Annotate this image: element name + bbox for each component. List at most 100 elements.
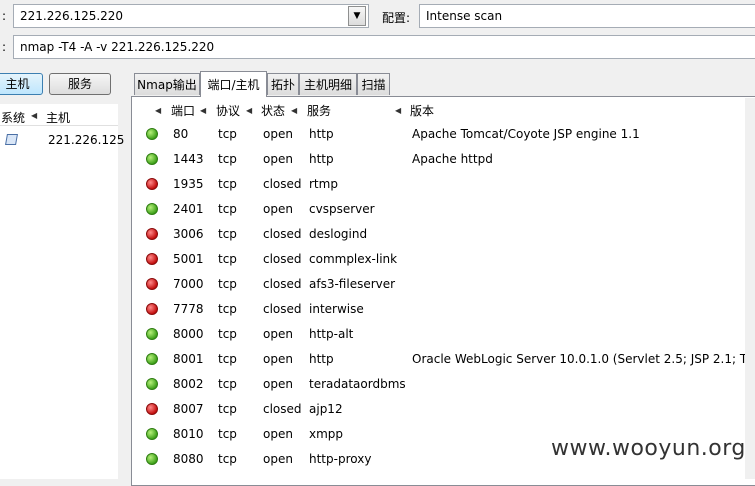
cell-state: open: [263, 202, 293, 216]
cell-port: 2401: [173, 202, 204, 216]
host-address: 221.226.125: [48, 133, 125, 147]
target-label: :: [2, 9, 7, 23]
table-row[interactable]: 7000 tcp closed afs3-fileserver: [141, 272, 755, 297]
tab-ports-hosts[interactable]: 端口/主机: [200, 71, 267, 97]
cell-port: 8080: [173, 452, 204, 466]
status-closed-icon: [146, 253, 158, 265]
host-row[interactable]: 221.226.125: [0, 129, 124, 151]
cell-service: cvspserver: [309, 202, 375, 216]
target-input[interactable]: 221.226.125.220: [13, 4, 369, 28]
cell-state: open: [263, 152, 293, 166]
target-dropdown-button[interactable]: ▼: [348, 6, 366, 26]
status-closed-icon: [146, 303, 158, 315]
host-list-header: 系统 ◀ 主机: [0, 107, 118, 126]
cell-port: 8007: [173, 402, 204, 416]
cell-proto: tcp: [218, 327, 237, 341]
os-icon: [5, 134, 18, 145]
cell-state: closed: [263, 402, 302, 416]
status-open-icon: [146, 128, 158, 140]
cell-proto: tcp: [218, 127, 237, 141]
table-row[interactable]: 5001 tcp closed commplex-link: [141, 247, 755, 272]
cell-state: open: [263, 127, 293, 141]
cell-version: Oracle WebLogic Server 10.0.1.0 (Servlet…: [412, 352, 755, 366]
cell-port: 7778: [173, 302, 204, 316]
col-port-header[interactable]: 端口: [171, 101, 195, 121]
col-host-header[interactable]: 主机: [46, 109, 70, 126]
cell-proto: tcp: [218, 452, 237, 466]
table-row[interactable]: 80 tcp open http Apache Tomcat/Coyote JSP en…: [141, 122, 755, 147]
table-row[interactable]: 8007 tcp closed ajp12: [141, 397, 755, 422]
status-open-icon: [146, 453, 158, 465]
command-label: :: [2, 40, 7, 54]
cell-service: teradataordbms: [309, 377, 406, 391]
table-row[interactable]: 8000 tcp open http-alt: [141, 322, 755, 347]
profile-label: 配置:: [382, 11, 411, 25]
cell-service: interwise: [309, 302, 364, 316]
status-closed-icon: [146, 178, 158, 190]
cell-state: closed: [263, 177, 302, 191]
command-input[interactable]: nmap -T4 -A -v 221.226.125.220: [13, 35, 755, 59]
cell-version: Apache Tomcat/Coyote JSP engine 1.1: [412, 127, 640, 141]
cell-state: open: [263, 452, 293, 466]
table-row[interactable]: 8002 tcp open teradataordbms: [141, 372, 755, 397]
sort-arrow-icon: ◀: [155, 106, 162, 115]
cell-proto: tcp: [218, 227, 237, 241]
cell-proto: tcp: [218, 427, 237, 441]
cell-proto: tcp: [218, 202, 237, 216]
cell-service: ajp12: [309, 402, 343, 416]
table-row[interactable]: 7778 tcp closed interwise: [141, 297, 755, 322]
col-version-header[interactable]: 版本: [410, 101, 434, 121]
status-open-icon: [146, 328, 158, 340]
chevron-down-icon: ▼: [353, 11, 361, 21]
cell-service: http: [309, 152, 334, 166]
status-closed-icon: [146, 228, 158, 240]
cell-port: 1935: [173, 177, 204, 191]
cell-port: 8000: [173, 327, 204, 341]
cell-service: afs3-fileserver: [309, 277, 396, 291]
cell-state: open: [263, 327, 293, 341]
cell-service: xmpp: [309, 427, 344, 441]
sort-arrow-icon: ◀: [246, 106, 253, 115]
table-row[interactable]: 1935 tcp closed rtmp: [141, 172, 755, 197]
cell-state: open: [263, 352, 293, 366]
watermark-text: www.wooyun.org: [551, 436, 746, 461]
col-proto-header[interactable]: 协议: [216, 101, 240, 121]
table-row[interactable]: 8001 tcp open http Oracle WebLogic Server 10…: [141, 347, 755, 372]
table-row[interactable]: 1443 tcp open http Apache httpd: [141, 147, 755, 172]
cell-port: 80: [173, 127, 189, 141]
table-row[interactable]: 2401 tcp open cvspserver: [141, 197, 755, 222]
cell-proto: tcp: [218, 152, 237, 166]
status-open-icon: [146, 203, 158, 215]
cell-state: closed: [263, 277, 302, 291]
col-state-header[interactable]: 状态: [261, 101, 285, 121]
tab-scans[interactable]: 扫描: [357, 73, 390, 95]
service-view-button[interactable]: 服务: [49, 73, 111, 95]
tab-nmap-output[interactable]: Nmap输出: [134, 73, 200, 95]
cell-service: http: [309, 127, 334, 141]
cell-state: closed: [263, 227, 302, 241]
cell-proto: tcp: [218, 252, 237, 266]
cell-state: closed: [263, 302, 302, 316]
cell-version: Apache httpd: [412, 152, 493, 166]
cell-service: deslogind: [309, 227, 368, 241]
tab-topology[interactable]: 拓扑: [267, 73, 299, 95]
sort-arrow-icon: ◀: [31, 111, 38, 120]
cell-service: http-alt: [309, 327, 354, 341]
cell-state: closed: [263, 252, 302, 266]
col-service-header[interactable]: 服务: [307, 101, 331, 121]
cell-proto: tcp: [218, 302, 237, 316]
profile-select[interactable]: Intense scan: [419, 4, 755, 28]
host-list[interactable]: 系统 ◀ 主机 221.226.125: [0, 104, 124, 479]
status-closed-icon: [146, 403, 158, 415]
status-open-icon: [146, 378, 158, 390]
sort-arrow-icon: ◀: [291, 106, 298, 115]
host-view-button[interactable]: 主机: [0, 73, 43, 95]
status-closed-icon: [146, 278, 158, 290]
col-os-header[interactable]: 系统: [1, 109, 25, 126]
cell-port: 8010: [173, 427, 204, 441]
tab-host-details[interactable]: 主机明细: [299, 73, 357, 95]
table-row[interactable]: 3006 tcp closed deslogind: [141, 222, 755, 247]
vertical-scrollbar[interactable]: [745, 98, 755, 479]
cell-proto: tcp: [218, 377, 237, 391]
cell-port: 5001: [173, 252, 204, 266]
